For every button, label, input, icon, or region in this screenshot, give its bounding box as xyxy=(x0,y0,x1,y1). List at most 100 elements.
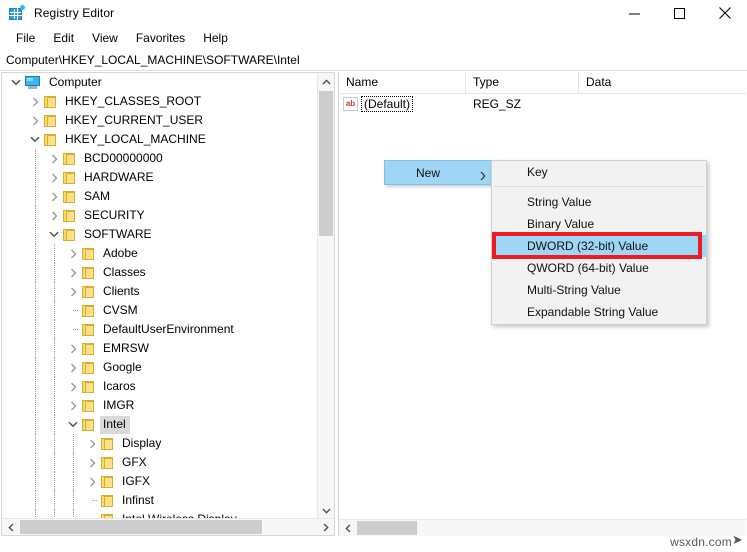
tree-node-adobe[interactable]: Adobe xyxy=(2,244,318,263)
tree-node-hardware[interactable]: HARDWARE xyxy=(2,168,318,187)
watermark: wsxdn.com➤ xyxy=(670,532,743,550)
new-submenu: Key String Value Binary Value DWORD (32-bit… xyxy=(491,160,707,325)
tree-indent-guide xyxy=(46,396,65,415)
chevron-right-icon[interactable] xyxy=(84,434,100,453)
scroll-left-arrow-icon[interactable] xyxy=(2,519,19,535)
tree-node-hkey-current-user[interactable]: HKEY_CURRENT_USER xyxy=(2,111,318,130)
scroll-down-arrow-icon[interactable] xyxy=(318,502,334,519)
tree-node-imgr[interactable]: IMGR xyxy=(2,396,318,415)
tree-node-cvsm[interactable]: CVSM xyxy=(2,301,318,320)
tree-node-google[interactable]: Google xyxy=(2,358,318,377)
chevron-down-icon[interactable] xyxy=(8,73,24,92)
scroll-left-arrow-icon[interactable] xyxy=(339,520,356,536)
tree-node-label: HKEY_CURRENT_USER xyxy=(65,112,204,127)
folder-icon xyxy=(100,437,116,451)
tree-node-gfx[interactable]: GFX xyxy=(2,453,318,472)
chevron-right-icon[interactable] xyxy=(65,282,81,301)
value-row[interactable]: ab (Default) REG_SZ xyxy=(339,94,746,113)
folder-icon xyxy=(81,285,97,299)
tree-node-security[interactable]: SECURITY xyxy=(2,206,318,225)
chevron-right-icon[interactable] xyxy=(65,339,81,358)
tree-node-sam[interactable]: SAM xyxy=(2,187,318,206)
chevron-down-icon[interactable] xyxy=(65,415,81,434)
folder-icon xyxy=(100,475,116,489)
tree-node-bcd00000000[interactable]: BCD00000000 xyxy=(2,149,318,168)
tree-indent-guide xyxy=(27,339,46,358)
tree-node-igfx[interactable]: IGFX xyxy=(2,472,318,491)
tree-node-defaultuserenvironment[interactable]: DefaultUserEnvironment xyxy=(2,320,318,339)
chevron-right-icon[interactable] xyxy=(65,377,81,396)
chevron-right-icon[interactable] xyxy=(46,149,62,168)
tree-vertical-scrollbar[interactable] xyxy=(317,73,334,519)
submenu-item-key[interactable]: Key xyxy=(492,161,706,183)
address-bar[interactable]: Computer\HKEY_LOCAL_MACHINE\SOFTWARE\Int… xyxy=(0,49,747,71)
chevron-down-icon[interactable] xyxy=(27,130,43,149)
tree-horizontal-scroll-thumb[interactable] xyxy=(20,520,262,534)
menu-item-favorites[interactable]: Favorites xyxy=(127,29,194,47)
tree-node-hkey-local-machine[interactable]: HKEY_LOCAL_MACHINE xyxy=(2,130,318,149)
maximize-button[interactable] xyxy=(657,0,702,26)
title-bar: Registry Editor xyxy=(0,0,747,26)
tree-indent-guide xyxy=(8,320,27,339)
folder-icon xyxy=(81,266,97,280)
submenu-item-string-value[interactable]: String Value xyxy=(492,191,706,213)
column-header-type[interactable]: Type xyxy=(466,72,579,93)
watermark-text: wsxdn.com xyxy=(670,535,732,549)
scroll-up-arrow-icon[interactable] xyxy=(318,73,334,90)
chevron-right-icon[interactable] xyxy=(84,472,100,491)
tree-node-infinst[interactable]: Infinst xyxy=(2,491,318,510)
folder-icon xyxy=(81,418,97,432)
tree-node-hkey-classes-root[interactable]: HKEY_CLASSES_ROOT xyxy=(2,92,318,111)
submenu-item-expandable-string-value[interactable]: Expandable String Value xyxy=(492,301,706,323)
tree-node-emrsw[interactable]: EMRSW xyxy=(2,339,318,358)
chevron-down-icon[interactable] xyxy=(46,225,62,244)
tree-node-label: Computer xyxy=(49,74,102,89)
menu-item-view[interactable]: View xyxy=(83,29,127,47)
values-horizontal-scroll-thumb[interactable] xyxy=(357,521,417,535)
chevron-right-icon[interactable] xyxy=(27,111,43,130)
folder-icon xyxy=(100,456,116,470)
submenu-item-multi-string-value[interactable]: Multi-String Value xyxy=(492,279,706,301)
tree-node-classes[interactable]: Classes xyxy=(2,263,318,282)
tree-vertical-scroll-thumb[interactable] xyxy=(319,91,333,236)
folder-icon xyxy=(81,342,97,356)
chevron-right-icon[interactable] xyxy=(65,358,81,377)
menu-item-edit[interactable]: Edit xyxy=(44,29,83,47)
chevron-right-icon[interactable] xyxy=(27,92,43,111)
scroll-right-arrow-icon[interactable] xyxy=(317,519,334,535)
menu-item-help[interactable]: Help xyxy=(194,29,237,47)
submenu-item-binary-value[interactable]: Binary Value xyxy=(492,213,706,235)
tree-node-clients[interactable]: Clients xyxy=(2,282,318,301)
column-header-name[interactable]: Name xyxy=(339,72,466,93)
chevron-right-icon[interactable] xyxy=(46,187,62,206)
close-button[interactable] xyxy=(702,0,747,26)
tree-node-icaros[interactable]: Icaros xyxy=(2,377,318,396)
chevron-right-icon[interactable] xyxy=(84,453,100,472)
tree-node-display[interactable]: Display xyxy=(2,434,318,453)
submenu-item-dword-32-bit-value[interactable]: DWORD (32-bit) Value xyxy=(492,235,706,257)
tree-node-label: GFX xyxy=(122,454,147,469)
tree-indent-guide xyxy=(46,491,65,510)
column-header-data[interactable]: Data xyxy=(579,72,731,93)
chevron-right-icon[interactable] xyxy=(65,263,81,282)
tree-node-label: Google xyxy=(103,359,142,374)
tree-indent-guide xyxy=(46,301,65,320)
submenu-item-qword-64-bit-value[interactable]: QWORD (64-bit) Value xyxy=(492,257,706,279)
tree-indent-guide xyxy=(8,396,27,415)
tree-node-software[interactable]: SOFTWARE xyxy=(2,225,318,244)
tree-node-computer[interactable]: Computer xyxy=(2,73,318,92)
tree-indent-guide xyxy=(27,491,46,510)
tree-leaf-connector xyxy=(65,301,81,320)
chevron-right-icon[interactable] xyxy=(65,396,81,415)
tree-node-label: Adobe xyxy=(103,245,138,260)
tree-indent-guide xyxy=(27,415,46,434)
menu-item-file[interactable]: File xyxy=(7,29,44,47)
chevron-right-icon[interactable] xyxy=(65,244,81,263)
chevron-right-icon[interactable] xyxy=(46,168,62,187)
minimize-button[interactable] xyxy=(612,0,657,26)
tree-node-intel[interactable]: Intel xyxy=(2,415,318,434)
chevron-right-icon[interactable] xyxy=(46,206,62,225)
tree-indent-guide xyxy=(65,472,84,491)
context-menu-new-item[interactable]: New xyxy=(384,160,496,185)
tree-horizontal-scrollbar[interactable] xyxy=(2,518,334,535)
